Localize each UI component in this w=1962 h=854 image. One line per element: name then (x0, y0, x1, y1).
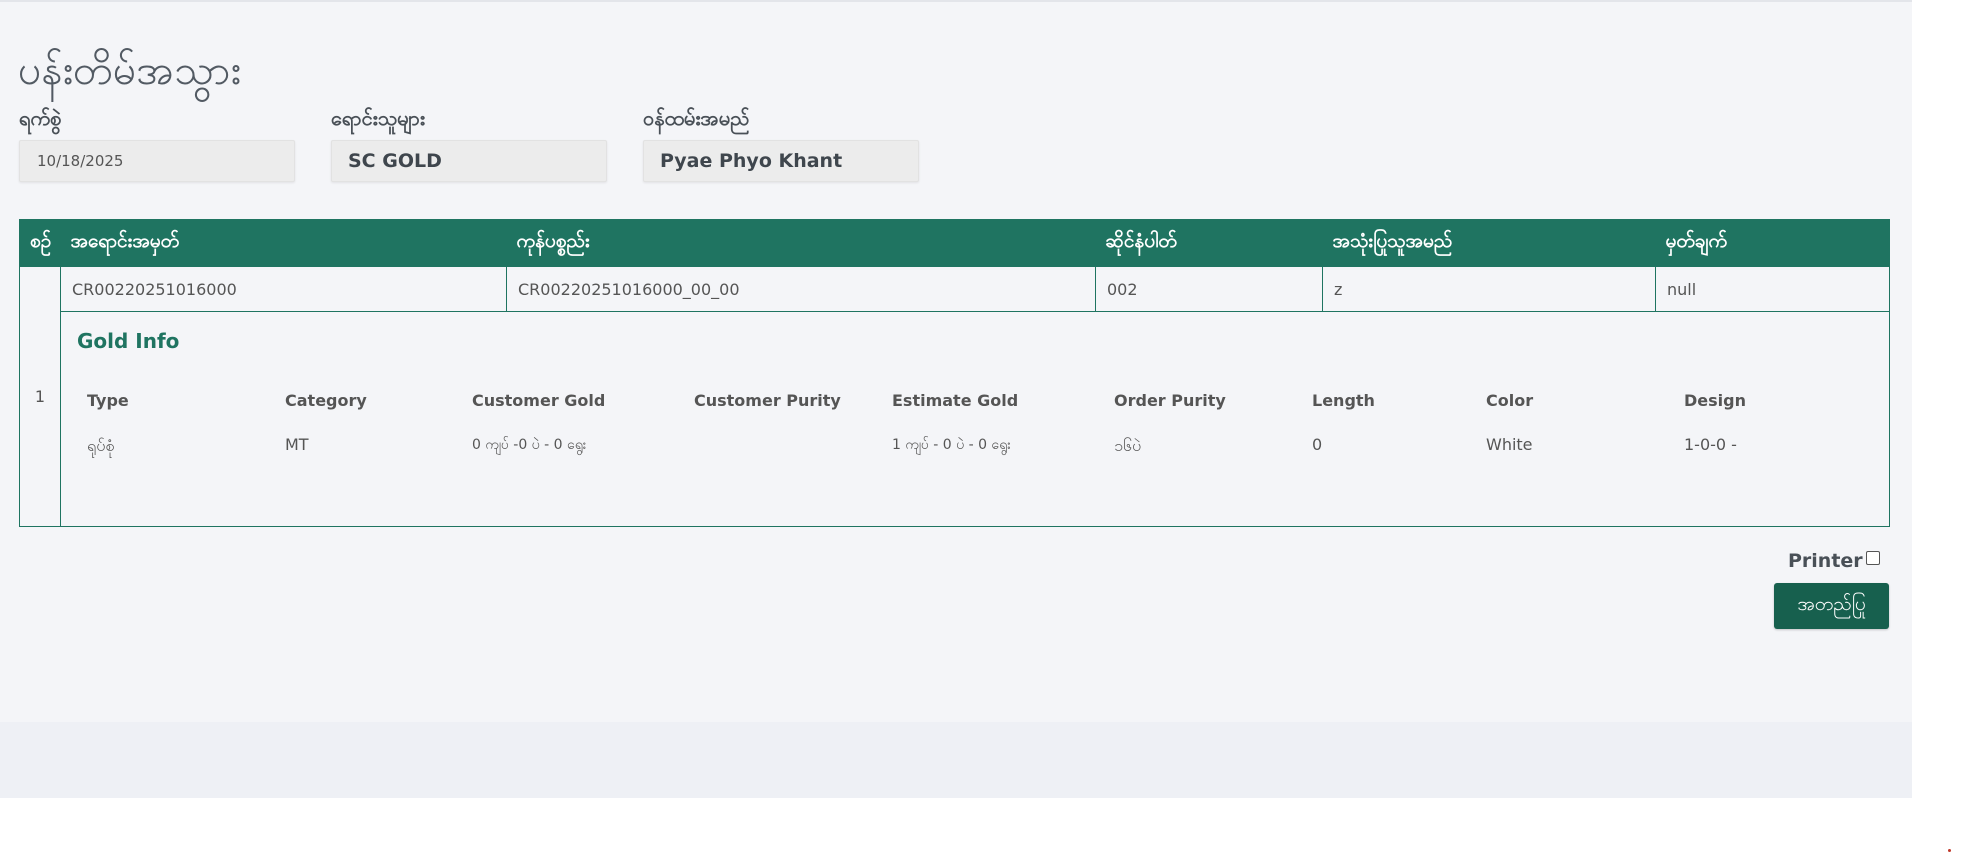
cell-product: CR00220251016000_00_00 (506, 266, 1096, 312)
bottom-band (0, 722, 1912, 798)
table-header-row: စဉ် အရောင်းအမှတ် ကုန်ပစ္စည်း ဆိုင်နံပါတ်… (19, 219, 1890, 267)
cell-shop-no: 002 (1095, 266, 1323, 312)
vendor-field: ရောင်းသူများ SC GOLD (331, 104, 607, 182)
gold-value-order-purity: ၁၆ပဲ (1114, 436, 1142, 455)
app-content: ပန်းတိမ်အသွား ရက်စွဲ 10/18/2025 ရောင်းသူ… (0, 0, 1912, 798)
cell-remark: null (1655, 266, 1890, 312)
staff-input[interactable]: Pyae Phyo Khant (643, 140, 919, 182)
header-shop-no: ဆိုင်နံပါတ် (1095, 219, 1323, 267)
gold-header-length: Length (1312, 391, 1375, 410)
date-field: ရက်စွဲ 10/18/2025 (19, 104, 295, 182)
gold-value-customer-gold: 0 ကျပ် -0 ပဲ - 0 ရွေး (472, 437, 587, 453)
vendor-label: ရောင်းသူများ (331, 106, 425, 130)
gold-value-customer-purity (694, 435, 892, 459)
gold-header-estimate-gold: Estimate Gold (892, 391, 1019, 410)
gold-header-customer-purity: Customer Purity (694, 391, 841, 410)
corner-indicator-dot (1948, 849, 1951, 852)
gold-header-category: Category (285, 391, 367, 410)
header-user-name: အသုံးပြုသူအမည် (1322, 219, 1656, 267)
printer-label: Printer (1788, 550, 1863, 572)
vendor-input[interactable]: SC GOLD (331, 140, 607, 182)
header-index: စဉ် (19, 219, 61, 267)
order-table: စဉ် အရောင်းအမှတ် ကုန်ပစ္စည်း ဆိုင်နံပါတ်… (19, 219, 1890, 527)
gold-value-design: 1-0-0 - (1684, 435, 1737, 454)
table-row: 1 CR00220251016000 CR00220251016000_00_0… (19, 266, 1890, 527)
staff-label: ဝန်ထမ်းအမည် (643, 106, 750, 130)
page-title: ပန်းတိမ်အသွား (18, 46, 241, 94)
gold-header-customer-gold: Customer Gold (472, 391, 606, 410)
printer-option: Printer (1788, 550, 1880, 572)
gold-header-type: Type (87, 391, 129, 410)
header-remark: မှတ်ချက် (1655, 219, 1890, 267)
header-sale-no: အရောင်းအမှတ် (60, 219, 507, 267)
date-label: ရက်စွဲ (19, 106, 62, 130)
staff-field: ဝန်ထမ်းအမည် Pyae Phyo Khant (643, 104, 919, 182)
gold-value-color: White (1486, 435, 1533, 454)
date-input[interactable]: 10/18/2025 (19, 140, 295, 182)
printer-checkbox[interactable] (1865, 551, 1880, 565)
gold-value-length: 0 (1312, 435, 1323, 454)
gold-header-color: Color (1486, 391, 1534, 410)
cell-sale-no: CR00220251016000 (60, 266, 507, 312)
confirm-button[interactable]: အတည်ပြု (1774, 583, 1889, 629)
gold-info-grid: Type Category Customer Gold Customer Pur… (87, 391, 1889, 459)
gold-value-estimate-gold: 1 ကျပ် - 0 ပဲ - 0 ရွေး (892, 437, 1011, 453)
cell-user-name: z (1322, 266, 1656, 312)
gold-value-category: MT (285, 435, 309, 454)
gold-info-row: Gold Info Type Category Customer Gold Cu… (20, 311, 1890, 527)
top-divider (0, 0, 1912, 2)
gold-info-title: Gold Info (77, 329, 180, 353)
gold-info-panel: Gold Info Type Category Customer Gold Cu… (60, 311, 1890, 527)
header-product: ကုန်ပစ္စည်း (506, 219, 1096, 267)
gold-header-design: Design (1684, 391, 1746, 410)
row-index: 1 (19, 266, 61, 527)
gold-value-type: ရုပ်စုံ (87, 436, 115, 455)
gold-header-order-purity: Order Purity (1114, 391, 1226, 410)
